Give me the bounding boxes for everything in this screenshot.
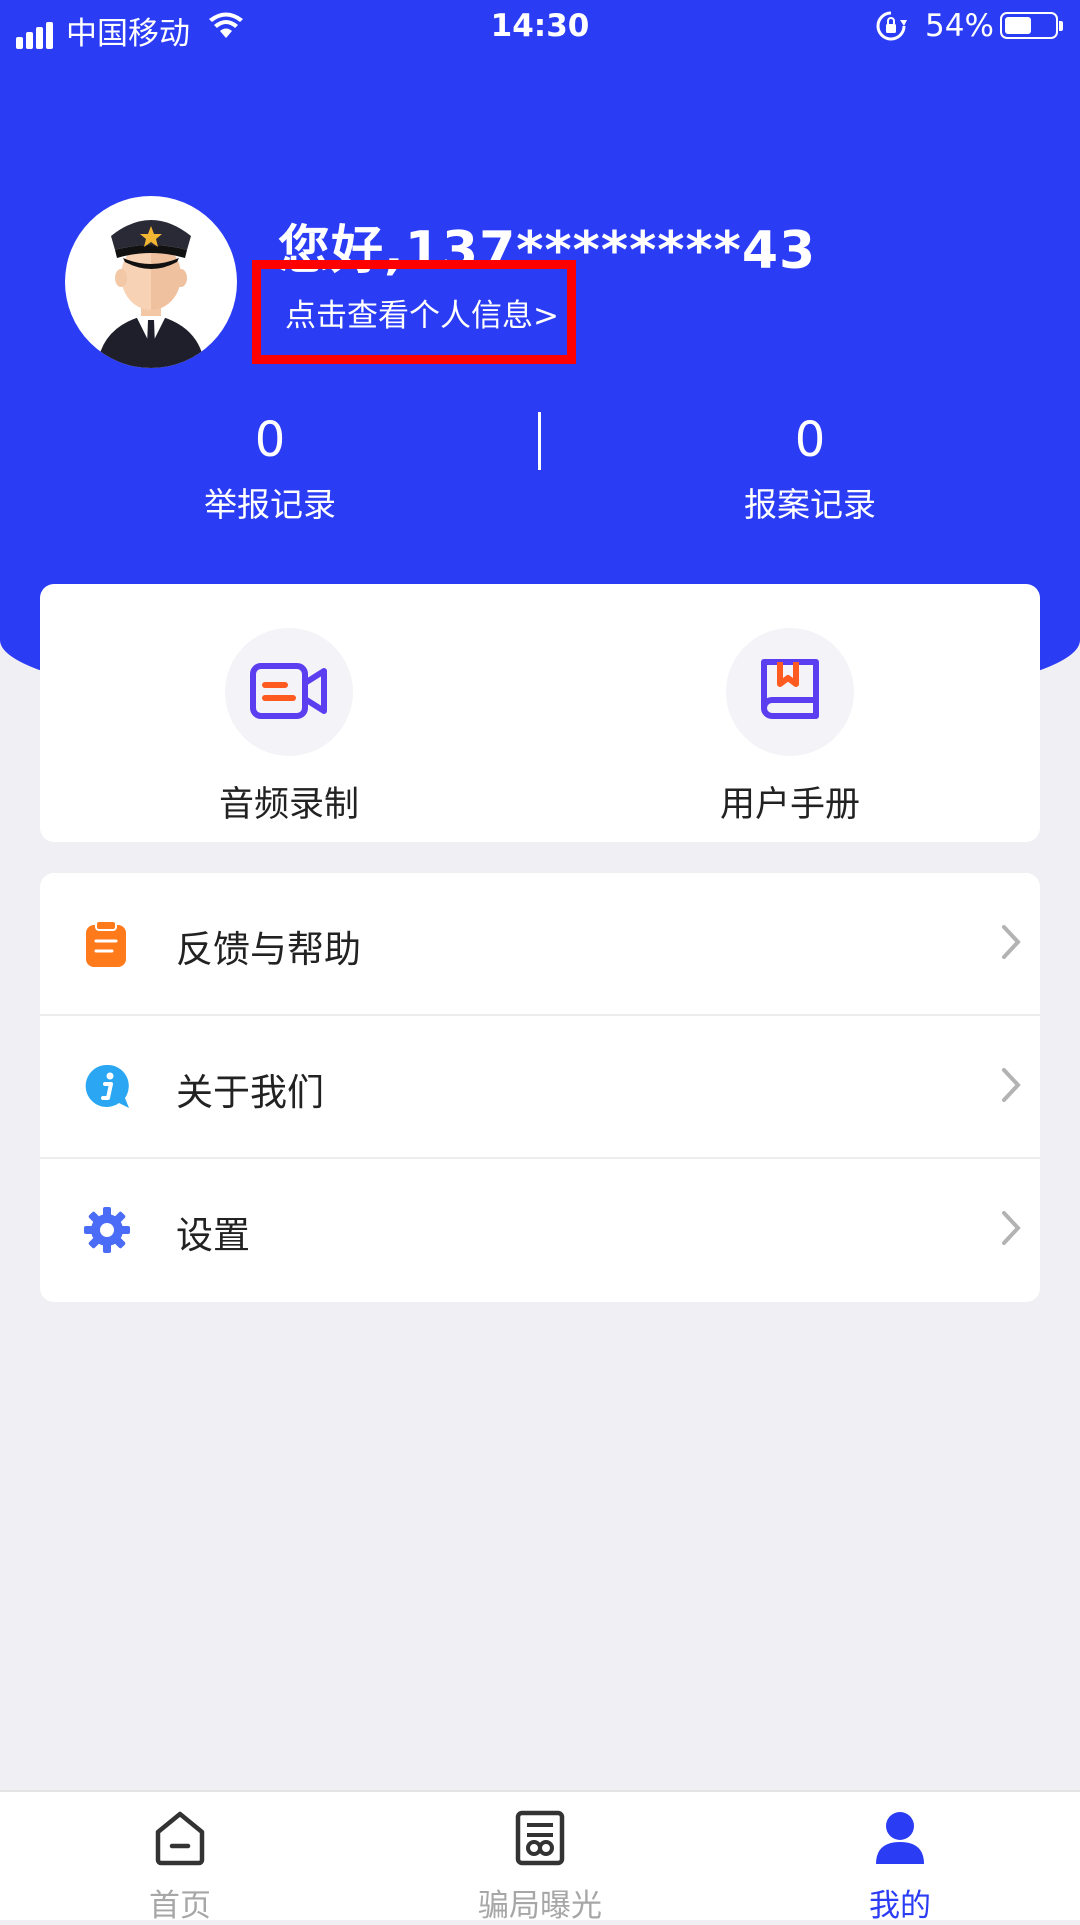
battery-percent: 54% (925, 8, 994, 44)
menu-item-about[interactable]: 关于我们 (40, 1016, 1040, 1159)
info-bubble-icon (82, 1062, 132, 1112)
tab-home-label: 首页 (149, 1888, 211, 1924)
news-icon (420, 1810, 660, 1868)
chevron-right-icon (1000, 923, 1022, 965)
gear-icon (82, 1205, 132, 1255)
report-records-count: 0 (254, 412, 286, 468)
case-records-count: 0 (794, 412, 826, 468)
menu-label-about: 关于我们 (176, 1071, 324, 1114)
view-personal-info-label: 点击查看个人信息> (285, 297, 559, 334)
tool-icon-bg (726, 628, 854, 756)
case-records-stat[interactable]: 0 报案记录 (660, 410, 960, 526)
user-manual-tool[interactable]: 用户手册 (690, 628, 890, 827)
stats-divider (538, 412, 541, 470)
report-records-stat[interactable]: 0 举报记录 (120, 410, 420, 526)
audio-record-tool[interactable]: 音频录制 (189, 628, 389, 827)
user-manual-label: 用户手册 (719, 785, 860, 825)
tool-icon-bg (225, 628, 353, 756)
case-records-label: 报案记录 (744, 485, 876, 524)
battery-tip (1059, 21, 1063, 31)
person-icon (780, 1810, 1020, 1868)
view-personal-info-link[interactable]: 点击查看个人信息> (252, 260, 576, 364)
bottom-tab-bar: 首页 骗局曝光 我的 (0, 1790, 1080, 1924)
video-record-icon (250, 663, 327, 719)
menu-item-settings[interactable]: 设置 (40, 1159, 1040, 1302)
police-officer-avatar-icon (97, 220, 205, 368)
menu-list: 反馈与帮助 关于我们 设置 (40, 873, 1040, 1302)
clock: 14:30 (490, 8, 590, 44)
menu-label-feedback: 反馈与帮助 (176, 928, 361, 971)
home-icon (60, 1810, 300, 1868)
audio-record-label: 音频录制 (218, 785, 359, 825)
menu-label-settings: 设置 (176, 1214, 250, 1257)
avatar[interactable] (65, 196, 237, 368)
battery-fill (1005, 17, 1031, 34)
menu-item-feedback[interactable]: 反馈与帮助 (40, 873, 1040, 1016)
rotation-lock-icon (875, 10, 907, 50)
tab-mine[interactable]: 我的 (780, 1810, 1020, 1925)
tab-scam-exposure-label: 骗局曝光 (478, 1888, 602, 1924)
battery-icon (1000, 12, 1063, 39)
clipboard-icon (82, 919, 132, 969)
chevron-right-icon (1000, 1066, 1022, 1108)
tab-scam-exposure[interactable]: 骗局曝光 (420, 1810, 660, 1925)
tools-card: 音频录制 用户手册 (40, 584, 1040, 842)
manual-book-icon (761, 659, 819, 719)
status-bar: 中国移动 14:30 54% (0, 0, 1080, 54)
report-records-label: 举报记录 (204, 485, 336, 524)
tab-home[interactable]: 首页 (60, 1810, 300, 1925)
chevron-right-icon (1000, 1209, 1022, 1251)
tab-mine-label: 我的 (869, 1888, 931, 1924)
